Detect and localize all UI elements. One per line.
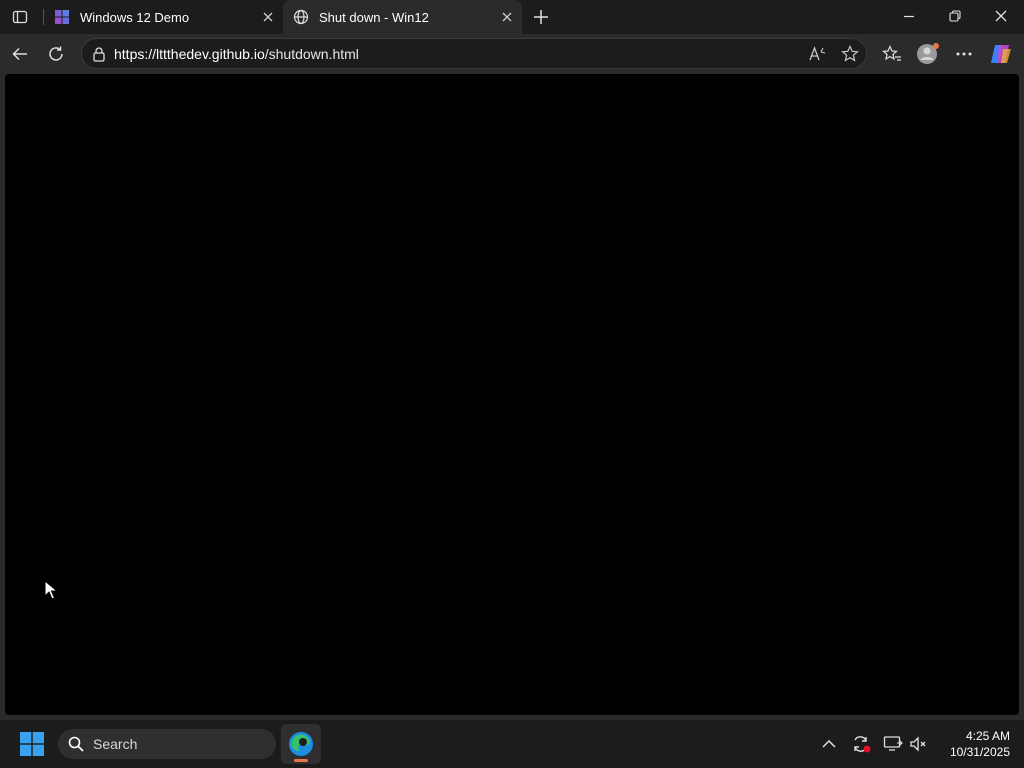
search-label: Search: [93, 736, 138, 752]
new-tab-button[interactable]: [528, 4, 554, 30]
system-clock[interactable]: 4:25 AM 10/31/2025: [938, 728, 1010, 760]
tab-shut-down-win12[interactable]: Shut down - Win12: [283, 0, 522, 34]
clock-time: 4:25 AM: [965, 729, 1010, 743]
tab-actions-button[interactable]: [6, 4, 34, 30]
restore-icon: [949, 10, 961, 22]
edge-icon: [289, 732, 313, 756]
display-icon: [883, 736, 903, 751]
restore-button[interactable]: [932, 0, 978, 32]
windows-logo-icon: [20, 732, 44, 756]
show-hidden-icons-button[interactable]: [818, 734, 840, 754]
clock-date: 10/31/2025: [949, 745, 1010, 759]
back-button[interactable]: [5, 39, 35, 69]
mouse-cursor-icon: [44, 580, 58, 600]
url-host: https://lttthedev.github.io: [114, 46, 265, 62]
sync-icon: [854, 736, 871, 753]
tab-title: Shut down - Win12: [319, 9, 429, 25]
tab-windows-12-demo[interactable]: Windows 12 Demo: [44, 0, 283, 34]
close-icon: [995, 10, 1007, 22]
browser-titlebar: Windows 12 Demo Shut down - Win12: [0, 0, 1024, 34]
taskbar-search[interactable]: Search: [58, 729, 276, 759]
url-path: /shutdown.html: [264, 46, 359, 62]
refresh-icon: [49, 46, 63, 61]
search-icon: [68, 736, 84, 752]
display-button[interactable]: [882, 734, 904, 754]
close-icon[interactable]: [257, 6, 279, 28]
start-button[interactable]: [16, 728, 48, 760]
lock-icon[interactable]: [90, 45, 108, 63]
browser-toolbar: https://lttthedev.github.io/shutdown.htm…: [0, 34, 1024, 74]
tab-title: Windows 12 Demo: [80, 9, 190, 25]
plus-icon: [534, 10, 548, 24]
close-window-button[interactable]: [978, 0, 1024, 32]
copilot-button[interactable]: [986, 39, 1016, 69]
taskbar-edge-button[interactable]: [281, 724, 321, 764]
active-app-indicator: [294, 759, 308, 762]
arrow-left-icon: [12, 47, 27, 61]
read-aloud-icon[interactable]: [806, 43, 830, 65]
more-icon: [956, 52, 972, 56]
volume-button[interactable]: [908, 734, 930, 754]
shutdown-page[interactable]: [5, 74, 1019, 715]
minimize-icon: [904, 15, 914, 18]
address-bar[interactable]: https://lttthedev.github.io/shutdown.htm…: [81, 38, 867, 69]
more-options-button[interactable]: [949, 39, 979, 69]
chevron-up-icon: [822, 739, 836, 748]
avatar: [917, 43, 939, 64]
close-icon[interactable]: [496, 6, 518, 28]
speaker-muted-icon: [910, 736, 926, 752]
favorites-button[interactable]: [877, 39, 907, 69]
star-icon[interactable]: [838, 43, 862, 65]
url-text[interactable]: https://lttthedev.github.io/shutdown.htm…: [114, 46, 359, 62]
favorites-icon: [882, 45, 901, 61]
sync-status-button[interactable]: [850, 734, 872, 754]
copilot-icon: [991, 45, 1011, 63]
minimize-button[interactable]: [886, 0, 932, 32]
page-frame: [0, 74, 1024, 720]
tab-actions-icon: [12, 10, 28, 24]
taskbar: Search 4:25 AM 10/31/2025: [0, 720, 1024, 768]
windows12-demo-icon: [54, 9, 70, 25]
globe-icon: [293, 9, 309, 25]
refresh-button[interactable]: [41, 39, 71, 69]
profile-button[interactable]: [913, 39, 943, 69]
